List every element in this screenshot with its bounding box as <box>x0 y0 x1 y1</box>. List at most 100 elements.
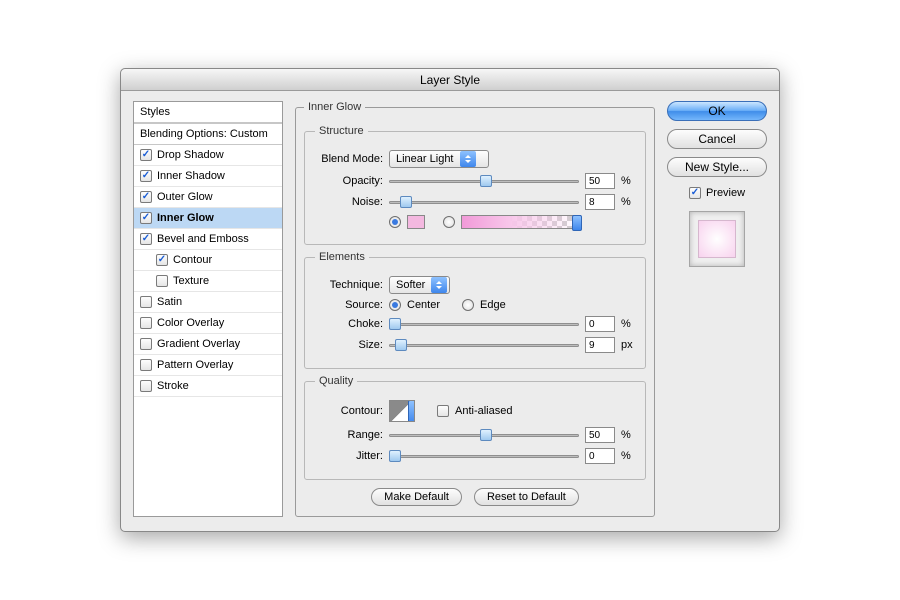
sidebar-item-label: Inner Glow <box>157 212 214 224</box>
sidebar-checkbox[interactable] <box>140 359 152 371</box>
source-edge-label: Edge <box>480 299 506 311</box>
sidebar-checkbox[interactable] <box>140 149 152 161</box>
sidebar-checkbox[interactable] <box>140 317 152 329</box>
dialog-title: Layer Style <box>121 69 779 91</box>
sidebar-item-label: Stroke <box>157 380 189 392</box>
blend-mode-label: Blend Mode: <box>315 153 383 165</box>
sidebar-item-texture[interactable]: Texture <box>134 271 282 292</box>
opacity-slider[interactable] <box>389 174 579 188</box>
sidebar-item-drop-shadow[interactable]: Drop Shadow <box>134 145 282 166</box>
jitter-unit: % <box>621 450 635 462</box>
choke-unit: % <box>621 318 635 330</box>
noise-input[interactable] <box>585 194 615 210</box>
technique-value: Softer <box>396 279 425 291</box>
opacity-input[interactable] <box>585 173 615 189</box>
quality-group: Quality Contour: Anti-aliased Range: % <box>304 375 646 480</box>
source-center-label: Center <box>407 299 440 311</box>
size-slider[interactable] <box>389 338 579 352</box>
sidebar-item-label: Contour <box>173 254 212 266</box>
sidebar-checkbox[interactable] <box>140 233 152 245</box>
blend-mode-value: Linear Light <box>396 153 454 165</box>
contour-picker[interactable] <box>389 400 415 422</box>
sidebar-item-label: Outer Glow <box>157 191 213 203</box>
range-slider[interactable] <box>389 428 579 442</box>
technique-select[interactable]: Softer <box>389 276 450 294</box>
noise-label: Noise: <box>315 196 383 208</box>
sidebar-item-contour[interactable]: Contour <box>134 250 282 271</box>
elements-title: Elements <box>315 251 369 263</box>
sidebar-item-label: Gradient Overlay <box>157 338 240 350</box>
preview-checkbox[interactable] <box>689 187 701 199</box>
color-swatch[interactable] <box>407 215 425 229</box>
make-default-button[interactable]: Make Default <box>371 488 462 506</box>
sidebar-checkbox[interactable] <box>140 212 152 224</box>
sidebar-checkbox[interactable] <box>140 296 152 308</box>
noise-unit: % <box>621 196 635 208</box>
antialias-label: Anti-aliased <box>455 405 512 417</box>
gradient-radio[interactable] <box>443 216 455 228</box>
contour-label: Contour: <box>315 405 383 417</box>
dialog-buttons: OK Cancel New Style... Preview <box>667 101 767 517</box>
size-label: Size: <box>315 339 383 351</box>
chevron-down-icon <box>572 215 582 231</box>
inner-glow-panel: Inner Glow Structure Blend Mode: Linear … <box>295 101 655 517</box>
sidebar-item-satin[interactable]: Satin <box>134 292 282 313</box>
sidebar-checkbox[interactable] <box>156 275 168 287</box>
range-unit: % <box>621 429 635 441</box>
sidebar-checkbox[interactable] <box>140 191 152 203</box>
opacity-unit: % <box>621 175 635 187</box>
choke-label: Choke: <box>315 318 383 330</box>
range-input[interactable] <box>585 427 615 443</box>
antialias-checkbox[interactable] <box>437 405 449 417</box>
sidebar-checkbox[interactable] <box>140 380 152 392</box>
preview-thumbnail <box>689 211 745 267</box>
sidebar-item-label: Drop Shadow <box>157 149 224 161</box>
size-unit: px <box>621 339 635 351</box>
preview-swatch <box>698 220 736 258</box>
reset-default-button[interactable]: Reset to Default <box>474 488 579 506</box>
noise-slider[interactable] <box>389 195 579 209</box>
quality-title: Quality <box>315 375 357 387</box>
sidebar-header[interactable]: Styles <box>134 102 282 123</box>
sidebar-item-stroke[interactable]: Stroke <box>134 376 282 397</box>
styles-sidebar: Styles Blending Options: Custom Drop Sha… <box>133 101 283 517</box>
gradient-picker[interactable] <box>461 215 581 229</box>
chevron-down-icon <box>408 400 415 422</box>
sidebar-item-label: Pattern Overlay <box>157 359 233 371</box>
sidebar-item-label: Satin <box>157 296 182 308</box>
sidebar-checkbox[interactable] <box>156 254 168 266</box>
new-style-button[interactable]: New Style... <box>667 157 767 177</box>
source-edge-radio[interactable] <box>462 299 474 311</box>
dialog-content: Styles Blending Options: Custom Drop Sha… <box>121 91 779 531</box>
structure-title: Structure <box>315 125 368 137</box>
sidebar-item-outer-glow[interactable]: Outer Glow <box>134 187 282 208</box>
size-input[interactable] <box>585 337 615 353</box>
choke-input[interactable] <box>585 316 615 332</box>
range-label: Range: <box>315 429 383 441</box>
sidebar-item-label: Color Overlay <box>157 317 224 329</box>
jitter-input[interactable] <box>585 448 615 464</box>
sidebar-item-label: Inner Shadow <box>157 170 225 182</box>
sidebar-blending[interactable]: Blending Options: Custom <box>134 123 282 145</box>
sidebar-item-bevel-and-emboss[interactable]: Bevel and Emboss <box>134 229 282 250</box>
preview-label: Preview <box>706 187 745 199</box>
color-radio[interactable] <box>389 216 401 228</box>
sidebar-checkbox[interactable] <box>140 170 152 182</box>
blend-mode-select[interactable]: Linear Light <box>389 150 489 168</box>
choke-slider[interactable] <box>389 317 579 331</box>
chevron-updown-icon <box>460 151 476 167</box>
ok-button[interactable]: OK <box>667 101 767 121</box>
jitter-slider[interactable] <box>389 449 579 463</box>
source-center-radio[interactable] <box>389 299 401 311</box>
sidebar-item-inner-shadow[interactable]: Inner Shadow <box>134 166 282 187</box>
technique-label: Technique: <box>315 279 383 291</box>
sidebar-item-inner-glow[interactable]: Inner Glow <box>134 208 282 229</box>
sidebar-checkbox[interactable] <box>140 338 152 350</box>
layer-style-dialog: Layer Style Styles Blending Options: Cus… <box>120 68 780 532</box>
sidebar-item-color-overlay[interactable]: Color Overlay <box>134 313 282 334</box>
cancel-button[interactable]: Cancel <box>667 129 767 149</box>
elements-group: Elements Technique: Softer Source: Cente… <box>304 251 646 369</box>
sidebar-item-pattern-overlay[interactable]: Pattern Overlay <box>134 355 282 376</box>
sidebar-item-gradient-overlay[interactable]: Gradient Overlay <box>134 334 282 355</box>
structure-group: Structure Blend Mode: Linear Light Opaci… <box>304 125 646 245</box>
